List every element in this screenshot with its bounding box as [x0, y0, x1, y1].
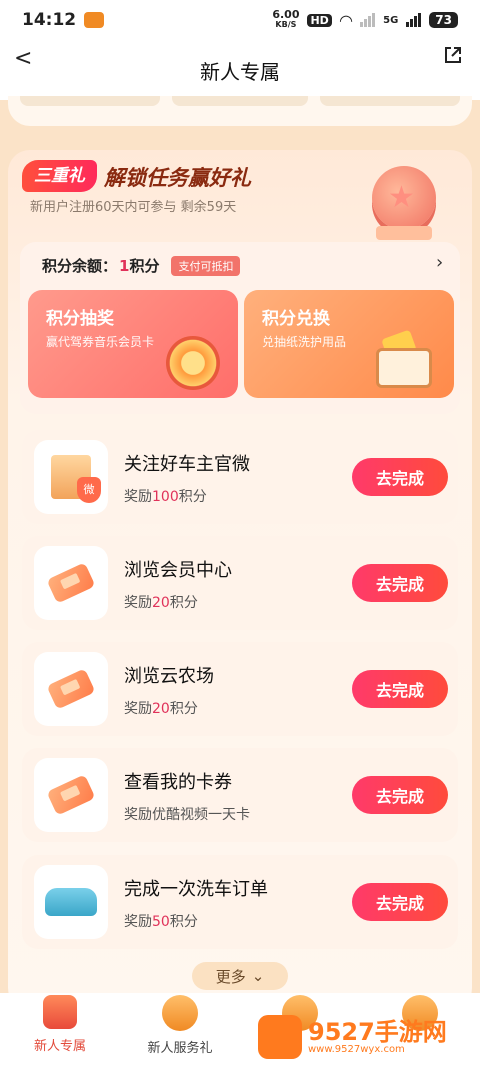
card-segment: [320, 96, 460, 106]
task-icon-box: [34, 758, 108, 832]
points-value: 1: [119, 256, 130, 275]
building-shield-icon: 微: [51, 455, 101, 503]
reward-prefix: 奖励: [124, 595, 152, 611]
task-reward: 奖励20积分: [124, 592, 198, 612]
task-icon-box: [34, 546, 108, 620]
points-lottery-card[interactable]: 积分抽奖 赢代驾券音乐会员卡: [28, 290, 238, 398]
ticket-icon: [46, 668, 96, 710]
task-reward: 奖励50积分: [124, 911, 198, 931]
prize-wheel-icon: [166, 336, 220, 390]
triple-gift-badge: 三重礼: [22, 160, 97, 192]
task-item: 查看我的卡券 奖励优酷视频一天卡 去完成: [22, 748, 458, 842]
net-speed-unit: KB/S: [275, 20, 297, 29]
net-speed: 6.00 KB/S: [272, 8, 300, 30]
nav-item-service-gift[interactable]: 新人服务礼: [120, 993, 240, 1073]
exchange-title: 积分兑换: [262, 309, 330, 329]
chevron-right-icon[interactable]: ›: [436, 252, 443, 273]
clover-icon: [162, 995, 198, 1031]
net-speed-value: 6.00: [272, 8, 300, 21]
watermark-text-block: 9527手游网 www.9527wyx.com: [308, 1020, 447, 1055]
task-icon-box: [34, 865, 108, 939]
signal-bars-icon: [360, 13, 376, 27]
reward-suffix: 积分: [169, 595, 198, 611]
watermark-text: 9527手游网: [308, 1017, 447, 1046]
reward-suffix: 积分: [178, 489, 207, 505]
share-icon[interactable]: [444, 46, 462, 64]
card-segment: [20, 96, 160, 106]
medal-icon: ★: [372, 166, 436, 230]
complete-task-button[interactable]: 去完成: [352, 670, 448, 708]
nav-label: 新人专属: [33, 1039, 86, 1054]
reward-value: 50: [152, 914, 170, 930]
task-icon-box: [34, 652, 108, 726]
status-bar: 14:12 6.00 KB/S HD ◠ 5G 73: [0, 0, 480, 40]
task-item: 完成一次洗车订单 奖励50积分 去完成: [22, 855, 458, 949]
chevron-down-icon: ⌄: [251, 967, 265, 985]
more-label: 更多: [215, 967, 246, 986]
task-reward: 奖励优酷视频一天卡: [124, 804, 250, 824]
nav-label: 新人服务礼: [147, 1041, 213, 1056]
complete-task-button[interactable]: 去完成: [352, 883, 448, 921]
task-title: 完成一次洗车订单: [124, 879, 268, 900]
points-balance-row[interactable]: 积分余额： 1 积分 支付可抵扣: [42, 255, 241, 276]
panel-subtitle: 新用户注册60天内可参与 剩余59天: [30, 200, 237, 215]
reward-suffix: 积分: [169, 914, 198, 930]
more-button[interactable]: 更多 ⌄: [192, 962, 288, 990]
task-item: 微 关注好车主官微 奖励100积分 去完成: [22, 430, 458, 524]
task-reward: 奖励100积分: [124, 486, 207, 506]
medal-stand: [376, 226, 432, 240]
watermark: 9527手游网 www.9527wyx.com: [258, 1012, 454, 1062]
panel-title: 解锁任务赢好礼: [104, 166, 251, 190]
task-reward: 奖励20积分: [124, 698, 198, 718]
wifi-icon: ◠: [339, 10, 353, 30]
back-arrow-icon[interactable]: <: [14, 46, 32, 71]
points-label: 积分余额：: [42, 257, 118, 275]
horse-logo-icon: [258, 1015, 302, 1059]
card-segment: [172, 96, 308, 106]
reward-value: 20: [152, 701, 170, 717]
points-unit: 积分: [129, 257, 160, 275]
reward-prefix: 奖励: [124, 701, 152, 717]
complete-task-button[interactable]: 去完成: [352, 458, 448, 496]
task-item: 浏览云农场 奖励20积分 去完成: [22, 642, 458, 736]
task-icon-box: 微: [34, 440, 108, 514]
app-notification-icon: [84, 12, 105, 28]
complete-task-button[interactable]: 去完成: [352, 776, 448, 814]
status-right: 6.00 KB/S HD ◠ 5G 73: [272, 8, 458, 30]
previous-section-card: [8, 96, 472, 126]
reward-prefix: 奖励: [124, 914, 152, 930]
page-title: 新人专属: [200, 59, 280, 84]
car-icon: [45, 888, 97, 916]
reward-value: 100: [152, 489, 179, 505]
task-title: 关注好车主官微: [124, 454, 250, 475]
shopping-cart-icon: [376, 348, 432, 388]
ticket-icon: [46, 774, 96, 816]
task-item: 浏览会员中心 奖励20积分 去完成: [22, 536, 458, 630]
reward-prefix: 奖励优酷视频一天卡: [124, 807, 250, 823]
reward-prefix: 奖励: [124, 489, 152, 505]
signal-bars-5g-icon: [406, 13, 422, 27]
lottery-title: 积分抽奖: [46, 309, 114, 329]
ticket-icon: [46, 562, 96, 604]
network-type: 5G: [383, 14, 399, 26]
reward-suffix: 积分: [169, 701, 198, 717]
nav-item-newcomer[interactable]: 新人专属: [0, 993, 120, 1073]
points-exchange-card[interactable]: 积分兑换 兑抽纸洗护用品: [244, 290, 454, 398]
reward-value: 20: [152, 595, 170, 611]
task-title: 浏览云农场: [124, 666, 214, 687]
status-time: 14:12: [22, 10, 77, 30]
battery-indicator: 73: [429, 12, 458, 28]
pay-deduct-tag: 支付可抵扣: [171, 255, 241, 276]
complete-task-button[interactable]: 去完成: [352, 564, 448, 602]
hd-badge: HD: [307, 13, 332, 27]
gift-icon: [43, 995, 77, 1029]
page-header: < 新人专属: [0, 40, 480, 100]
task-title: 查看我的卡券: [124, 772, 232, 793]
task-title: 浏览会员中心: [124, 560, 232, 581]
